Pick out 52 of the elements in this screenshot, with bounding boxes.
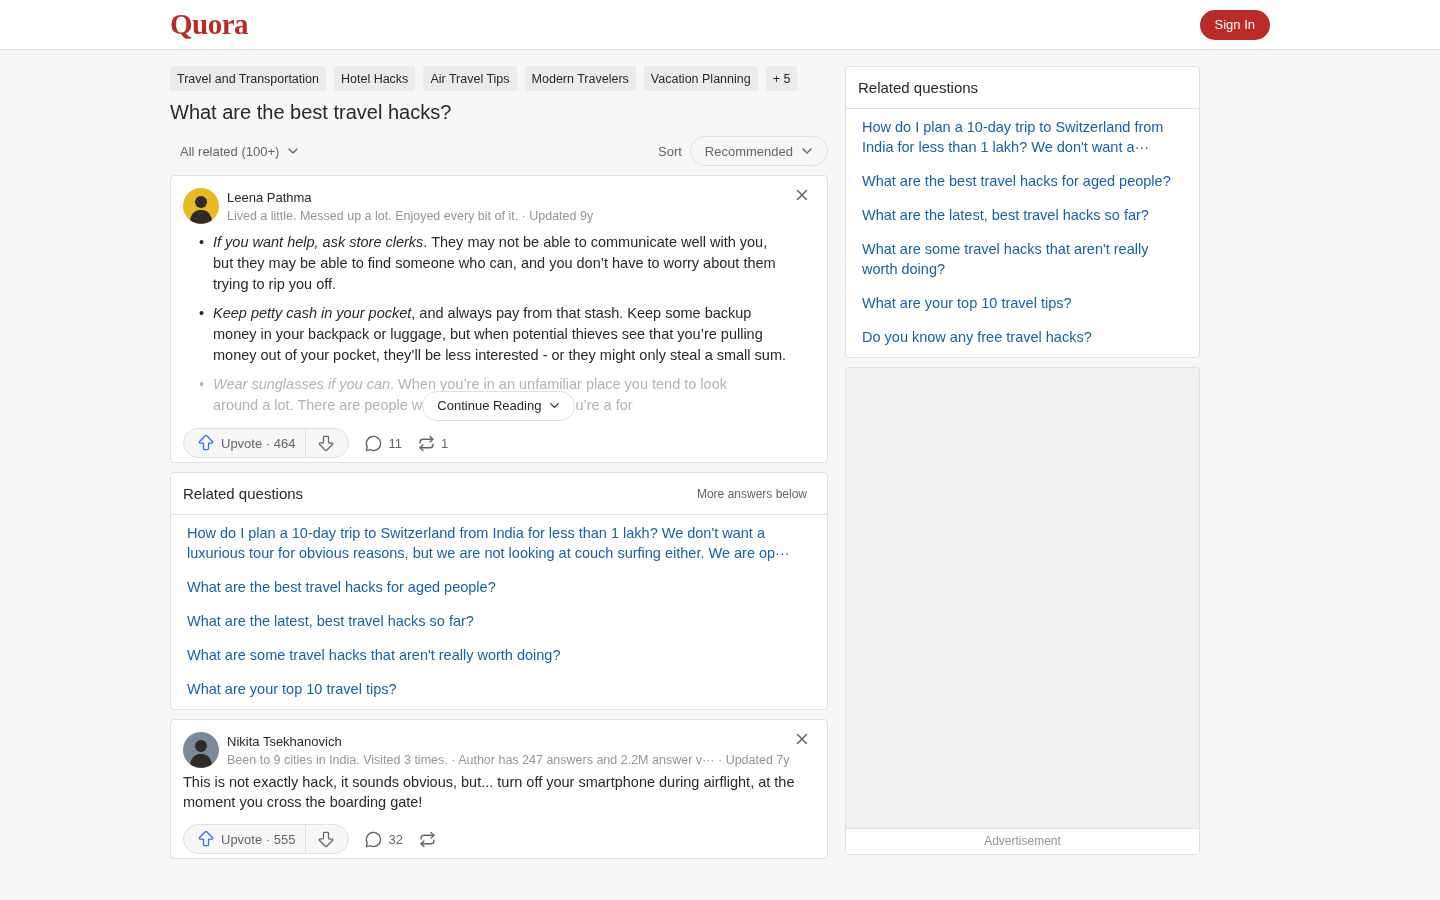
sort-dropdown[interactable]: Recommended — [689, 136, 828, 166]
answer-text: around a lot. There are people w — [213, 396, 423, 415]
question-title: What are the best travel hacks? — [170, 101, 453, 124]
answer-text: Keep petty cash in your pocket, and always pay from that stash. Keep some backup money in your backpack or luggage, but when potential thieves see that you’re pulling money out of your pocket, they’ll be less interested - or they might only steal a small sum. — [213, 304, 787, 365]
question-link[interactable]: How do I plan a 10-day trip to Switzerland from India for less than 1 lakh? We don't want a··· — [862, 117, 1183, 157]
answer-text: If you want help, ask store clerks. They may not be able to communicate well with you, but they may be able to find someone who can, and you don’t have to worry about them trying to rip you off. — [213, 233, 777, 294]
avatar — [183, 732, 219, 768]
advertisement-label: Advertisement — [846, 828, 1199, 854]
more-answers-note: More answers below — [696, 486, 807, 501]
answer-text: u’re a for — [575, 396, 633, 415]
share-button[interactable]: 1 — [417, 434, 449, 452]
share-button[interactable] — [418, 830, 436, 848]
topic-tag[interactable]: Modern Travelers — [524, 66, 636, 91]
question-link[interactable]: What are your top 10 travel tips? — [187, 679, 807, 699]
question-link[interactable]: What are the latest, best travel hacks so far? — [862, 205, 1183, 225]
question-link[interactable]: Do you know any free travel hacks? — [862, 327, 1183, 347]
bullet: • — [199, 304, 206, 323]
card-title: Related questions — [183, 485, 304, 502]
bullet: • — [199, 375, 206, 394]
question-link[interactable]: What are your top 10 travel tips? — [862, 293, 1183, 313]
answer-text: This is not exactly hack, it sounds obvious, but... turn off your smartphone during airflight, at the moment you cross the boarding gate! — [182, 773, 796, 812]
topic-tag[interactable]: Hotel Hacks — [334, 66, 416, 91]
comment-button[interactable]: 32 — [365, 830, 403, 848]
author-name[interactable]: Leena Pathma — [227, 189, 594, 205]
topic-tag[interactable]: Air Travel Tips — [423, 66, 517, 91]
speech-bubble-icon — [365, 434, 383, 452]
topic-tag[interactable]: Travel and Transportation — [170, 66, 326, 91]
author-credential: Been to 9 cities in India. Visited 3 times. · Author has 247 answers and 2.2M answer v··· · Updated 7y — [227, 752, 790, 767]
repeat-icon — [418, 830, 436, 848]
logo[interactable]: Quora — [170, 8, 249, 41]
author-credential: Lived a little. Messed up a lot. Enjoyed every bit of it. · Updated 9y — [227, 208, 594, 223]
more-topics-tag[interactable]: + 5 — [765, 66, 798, 91]
question-link[interactable]: What are the best travel hacks for aged people? — [187, 577, 807, 597]
question-link[interactable]: What are the best travel hacks for aged people? — [862, 171, 1183, 191]
sign-in-button[interactable]: Sign In — [1199, 9, 1270, 40]
question-link[interactable]: What are some travel hacks that aren't really worth doing? — [862, 239, 1183, 279]
avatar — [183, 188, 219, 224]
question-link[interactable]: How do I plan a 10-day trip to Switzerland from India for less than 1 lakh? We don't want a luxurious tour for obvious reasons, but we are not looking at couch surfing either. We are op··· — [187, 523, 807, 563]
speech-bubble-icon — [365, 830, 383, 848]
repeat-icon — [417, 434, 435, 452]
filter-dropdown[interactable]: All related (100+) — [180, 143, 302, 159]
topic-tag[interactable]: Vacation Planning — [643, 66, 758, 91]
sort-label: Sort — [658, 143, 682, 159]
bullet: • — [199, 233, 206, 252]
up-arrow-icon — [196, 829, 216, 849]
author-name[interactable]: Nikita Tsekhanovich — [227, 733, 790, 749]
question-link[interactable]: What are some travel hacks that aren't really worth doing? — [187, 645, 807, 665]
up-arrow-icon — [196, 433, 216, 453]
question-link[interactable]: What are the latest, best travel hacks so far? — [187, 611, 807, 631]
continue-reading-button[interactable]: Continue Reading — [422, 390, 576, 421]
card-title: Related questions — [858, 79, 979, 96]
comment-button[interactable]: 11 — [365, 434, 402, 452]
